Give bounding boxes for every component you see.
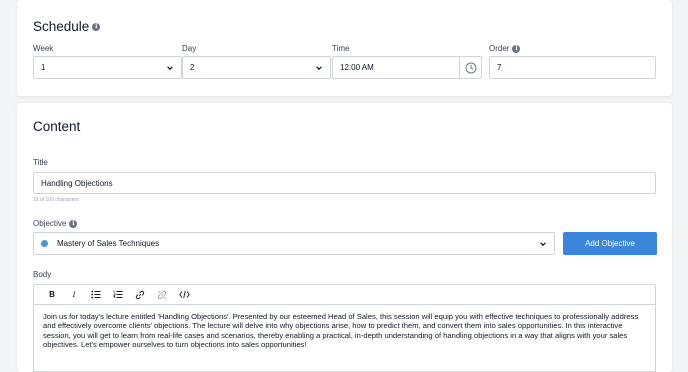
- numbered-list-button[interactable]: [107, 286, 129, 304]
- unlink-button[interactable]: [151, 286, 173, 304]
- clock-button[interactable]: [459, 57, 481, 78]
- link-button[interactable]: [129, 286, 151, 304]
- title-input[interactable]: Handling Objections: [33, 172, 656, 194]
- order-value: 7: [497, 63, 502, 72]
- day-label-text: Day: [182, 44, 197, 53]
- order-input[interactable]: 7: [489, 56, 656, 79]
- body-text: Join us for today's lecture entitled 'Ha…: [43, 312, 639, 350]
- add-objective-button[interactable]: Add Objective: [563, 232, 657, 255]
- week-label-text: Week: [33, 44, 54, 53]
- code-button[interactable]: [173, 286, 195, 304]
- body-label-text: Body: [33, 270, 52, 279]
- info-icon[interactable]: i: [512, 44, 521, 53]
- info-icon[interactable]: i: [92, 22, 101, 31]
- chevron-down-icon: [167, 65, 173, 70]
- time-label: Time: [332, 44, 349, 53]
- order-label-text: Order: [489, 44, 510, 53]
- body-label: Body: [33, 270, 51, 279]
- link-icon: [135, 290, 145, 299]
- week-select[interactable]: 1: [33, 56, 182, 79]
- schedule-heading: Schedule i: [33, 19, 101, 34]
- objective-color-dot: [41, 240, 48, 247]
- bullet-list-icon: [91, 290, 101, 299]
- content-card: Content Title Handling Objections 19 of …: [17, 103, 672, 372]
- time-input[interactable]: 12:00 AM: [332, 56, 482, 79]
- chevron-down-icon: [540, 241, 546, 246]
- order-label: Order i: [489, 44, 521, 53]
- bold-button[interactable]: B: [41, 286, 63, 304]
- content-title: Content: [33, 119, 81, 134]
- body-editor[interactable]: Join us for today's lecture entitled 'Ha…: [33, 305, 656, 372]
- italic-button[interactable]: I: [63, 286, 85, 304]
- editor-toolbar: B I: [33, 284, 656, 305]
- character-count: 19 of 100 characters: [33, 197, 79, 203]
- bullet-list-button[interactable]: [85, 286, 107, 304]
- schedule-title: Schedule: [33, 19, 90, 34]
- objective-label: Objective i: [33, 219, 78, 228]
- clock-icon: [465, 62, 476, 73]
- objective-select[interactable]: Mastery of Sales Techniques: [33, 232, 555, 255]
- time-label-text: Time: [332, 44, 350, 53]
- unlink-icon: [157, 290, 167, 299]
- title-value: Handling Objections: [41, 178, 113, 188]
- numbered-list-icon: [113, 290, 123, 298]
- italic-icon: I: [72, 290, 76, 299]
- week-label: Week: [33, 44, 53, 53]
- title-label: Title: [33, 158, 48, 167]
- title-label-text: Title: [33, 158, 48, 167]
- chevron-down-icon: [316, 65, 322, 70]
- info-icon[interactable]: i: [69, 219, 78, 228]
- schedule-card: Schedule i Week 1 Day 2 Time 12:00 AM Or…: [17, 0, 672, 96]
- bold-icon: B: [49, 290, 55, 299]
- content-heading: Content: [33, 119, 80, 134]
- objective-value: Mastery of Sales Techniques: [57, 239, 160, 248]
- time-value: 12:00 AM: [340, 63, 374, 72]
- day-value: 2: [190, 63, 195, 72]
- day-label: Day: [182, 44, 196, 53]
- code-icon: [178, 290, 190, 299]
- day-select[interactable]: 2: [182, 56, 331, 79]
- week-value: 1: [41, 63, 46, 72]
- objective-label-text: Objective: [33, 219, 67, 228]
